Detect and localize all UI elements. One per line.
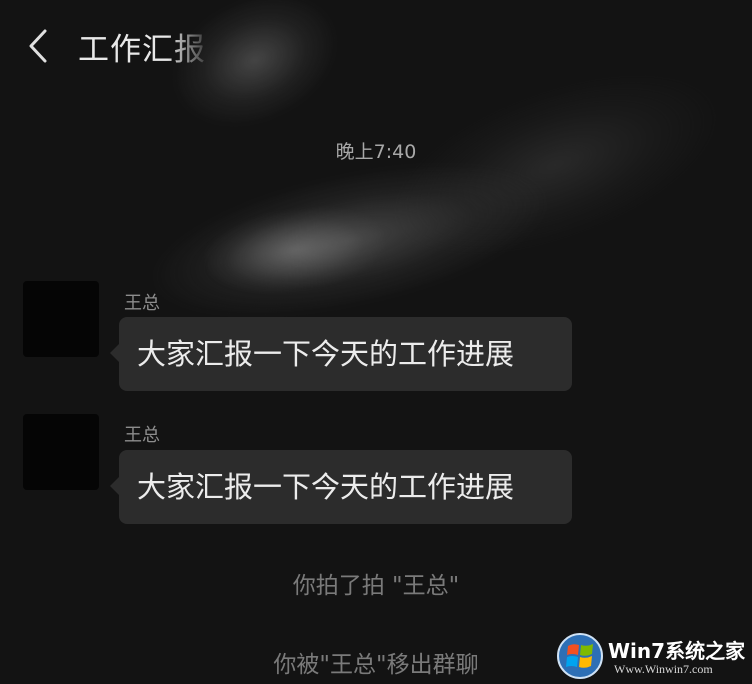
watermark: Win7系统之家 Www.Winwin7.com: [556, 631, 752, 684]
watermark-brand: Win7系统之家: [608, 639, 746, 663]
chevron-left-icon[interactable]: [26, 28, 52, 64]
chat-title: 工作汇报: [78, 32, 206, 68]
windows-logo-icon: [557, 633, 603, 679]
avatar[interactable]: [23, 414, 99, 490]
message-bubble[interactable]: 大家汇报一下今天的工作进展: [110, 450, 572, 524]
sender-name: 王总: [124, 293, 160, 314]
background-smudge: [140, 134, 560, 346]
chat-header: 工作汇报: [0, 0, 752, 90]
avatar[interactable]: [23, 281, 99, 357]
sender-name: 王总: [124, 425, 160, 446]
system-message: 你拍了拍 "王总": [292, 573, 460, 599]
background-smudge: [200, 197, 390, 303]
message-timestamp: 晚上7:40: [335, 141, 417, 163]
message-bubble[interactable]: 大家汇报一下今天的工作进展: [110, 317, 572, 391]
watermark-url: Www.Winwin7.com: [614, 662, 713, 676]
